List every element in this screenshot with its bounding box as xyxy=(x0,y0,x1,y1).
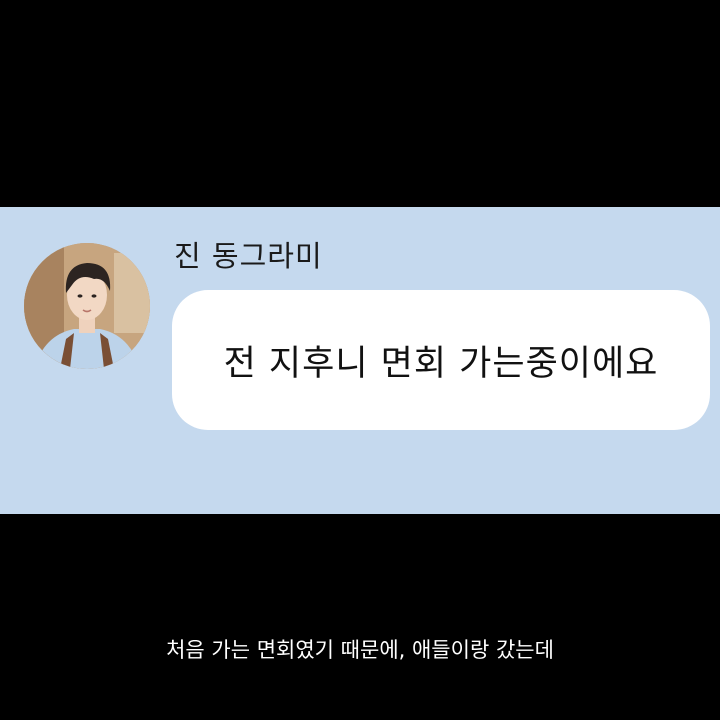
profile-photo-icon xyxy=(24,243,150,369)
sender-name: 진 동그라미 xyxy=(174,239,323,273)
video-frame: 진 동그라미 전 지후니 면회 가는중이에요 처음 가는 면회였기 때문에, 애… xyxy=(0,0,720,720)
message-bubble[interactable]: 전 지후니 면회 가는중이에요 xyxy=(172,290,710,430)
profile-avatar[interactable] xyxy=(24,243,150,369)
chat-panel: 진 동그라미 전 지후니 면회 가는중이에요 xyxy=(0,207,720,514)
video-caption: 처음 가는 면회였기 때문에, 애들이랑 갔는데 xyxy=(166,638,554,662)
message-text: 전 지후니 면회 가는중이에요 xyxy=(223,343,659,384)
